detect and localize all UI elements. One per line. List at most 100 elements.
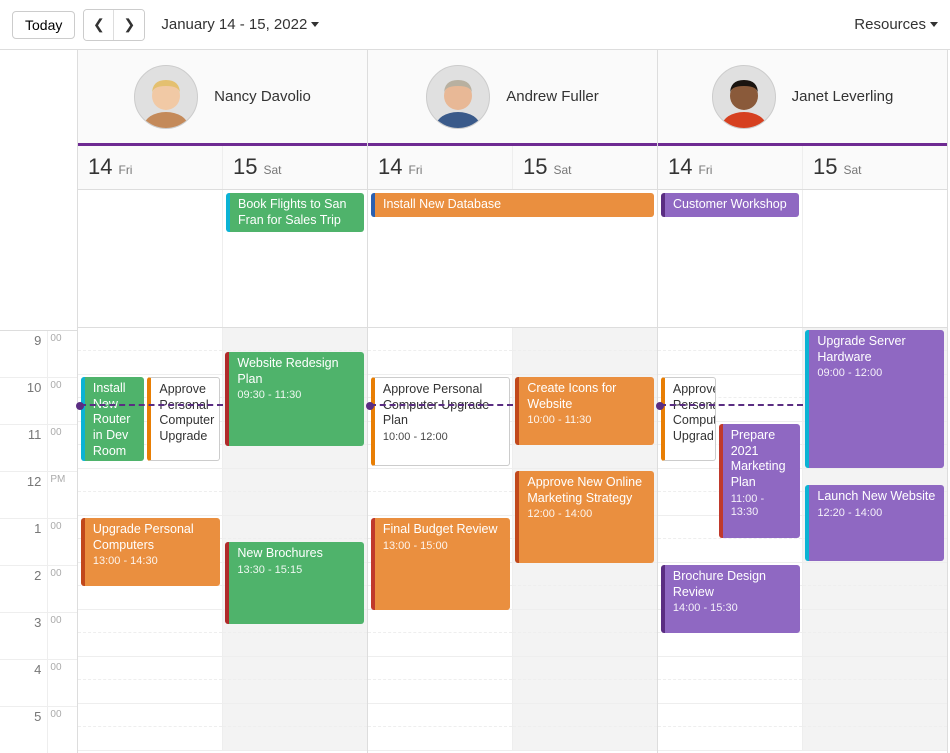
calendar-event[interactable]: New Brochures13:30 - 15:15 [225, 542, 364, 624]
day-header[interactable]: 15Sat [513, 146, 657, 189]
next-button[interactable]: ❯ [114, 10, 144, 40]
allday-cell[interactable] [78, 190, 223, 327]
day-of-week: Fri [118, 163, 132, 177]
day-header[interactable]: 15Sat [223, 146, 367, 189]
event-time: 13:00 - 14:30 [93, 555, 214, 569]
timed-body: Approve Personal Computer Upgrad Prepare … [658, 328, 947, 753]
event-title: Final Budget Review [383, 522, 504, 538]
allday-event[interactable]: Book Flights to San Fran for Sales Trip [226, 193, 364, 232]
hour-row: 12PM [0, 472, 77, 519]
ruler-spacer [0, 50, 77, 331]
chevron-left-icon: ❮ [93, 16, 105, 33]
calendar-event[interactable]: Approve New Online Marketing Strategy12:… [515, 471, 654, 563]
allday-event[interactable]: Install New Database [371, 193, 654, 217]
minute-label: 00 [47, 425, 77, 471]
day-headers: 14Fri15Sat [368, 146, 657, 190]
event-time: 09:00 - 12:00 [817, 367, 938, 381]
now-dot-icon [366, 402, 374, 410]
minute-label: 00 [47, 660, 77, 706]
minute-label: 00 [47, 566, 77, 612]
event-title: Approve New Online Marketing Strategy [527, 475, 648, 506]
event-time: 14:00 - 15:30 [673, 602, 794, 616]
avatar [712, 65, 776, 129]
hour-row: 1000 [0, 378, 77, 425]
calendar-event[interactable]: Upgrade Personal Computers13:00 - 14:30 [81, 518, 220, 586]
day-number: 14 [378, 154, 402, 180]
avatar [426, 65, 490, 129]
hour-label: 12 [0, 472, 47, 518]
calendar-event[interactable]: Prepare 2021 Marketing Plan11:00 - 13:30 [719, 424, 800, 538]
day-overlay: Install New Router in Dev Room Approve Pe… [78, 328, 223, 753]
resource-header: Nancy Davolio [78, 50, 367, 146]
toolbar: Today ❮ ❯ January 14 - 15, 2022 Resource… [0, 0, 950, 50]
allday-cell[interactable]: Install New Database [368, 190, 657, 327]
now-indicator [660, 404, 803, 406]
nav-group: ❮ ❯ [83, 9, 145, 41]
toolbar-left: Today ❮ ❯ January 14 - 15, 2022 [12, 9, 319, 41]
calendar-event[interactable]: Upgrade Server Hardware 09:00 - 12:00 [805, 330, 944, 468]
event-title: Upgrade Server Hardware [817, 334, 938, 365]
event-title: Approve Personal Computer Upgrad [673, 382, 709, 445]
allday-cell[interactable]: Customer Workshop [658, 190, 803, 327]
now-dot-icon [76, 402, 84, 410]
minute-label: 00 [47, 331, 77, 377]
event-title: Website Redesign Plan [237, 356, 358, 387]
hour-row: 200 [0, 566, 77, 613]
resource-column: Janet Leverling 14Fri15Sat Customer Worksh… [658, 50, 948, 753]
event-time: 13:00 - 15:00 [383, 540, 504, 554]
event-title: Customer Workshop [673, 197, 793, 213]
calendar-event[interactable]: Final Budget Review 13:00 - 15:00 [371, 518, 510, 610]
resource-column: Andrew Fuller 14Fri15Sat Install New Datab… [368, 50, 658, 753]
day-overlay: Create Icons for Website 10:00 - 11:30 App… [513, 328, 658, 753]
hour-label: 2 [0, 566, 47, 612]
event-time: 10:00 - 12:00 [383, 431, 503, 445]
calendar-event[interactable]: Approve Personal Computer Upgrade Plan10… [371, 377, 510, 466]
allday-row: Install New Database [368, 190, 657, 328]
day-header[interactable]: 15Sat [803, 146, 947, 189]
avatar [134, 65, 198, 129]
hour-row: 300 [0, 613, 77, 660]
event-time: 11:00 - 13:30 [731, 493, 794, 521]
hour-row: 100 [0, 519, 77, 566]
event-title: Install New Database [383, 197, 648, 213]
event-title: Prepare 2021 Marketing Plan [731, 428, 794, 491]
event-title: Create Icons for Website [527, 381, 648, 412]
hour-label: 1 [0, 519, 47, 565]
resource-name: Janet Leverling [792, 88, 894, 105]
resources-dropdown[interactable]: Resources [854, 16, 938, 33]
resource-header: Andrew Fuller [368, 50, 657, 146]
calendar-event[interactable]: Website Redesign Plan09:30 - 11:30 [225, 352, 364, 446]
allday-cell[interactable]: Book Flights to San Fran for Sales Trip [223, 190, 367, 327]
day-overlay: Approve Personal Computer Upgrad Prepare … [658, 328, 803, 753]
event-time: 10:00 - 11:30 [527, 414, 648, 428]
chevron-right-icon: ❯ [123, 16, 135, 33]
calendar-event[interactable]: Approve Personal Computer Upgrad [661, 377, 716, 461]
event-title: Approve Personal Computer Upgrade [159, 382, 212, 445]
hour-row: 400 [0, 660, 77, 707]
prev-button[interactable]: ❮ [84, 10, 114, 40]
day-header[interactable]: 14Fri [78, 146, 223, 189]
event-title: Install New Router in Dev Room [93, 381, 139, 459]
event-time: 12:20 - 14:00 [817, 507, 938, 521]
timed-body: Install New Router in Dev Room Approve Pe… [78, 328, 367, 753]
resource-name: Andrew Fuller [506, 88, 599, 105]
today-button[interactable]: Today [12, 11, 75, 39]
date-range-picker[interactable]: January 14 - 15, 2022 [161, 16, 319, 33]
calendar-event[interactable]: Install New Router in Dev Room [81, 377, 145, 461]
day-number: 15 [523, 154, 547, 180]
hour-row: 900 [0, 331, 77, 378]
hour-label: 9 [0, 331, 47, 377]
now-indicator [80, 404, 223, 406]
calendar-event[interactable]: Create Icons for Website 10:00 - 11:30 [515, 377, 654, 445]
event-title: Launch New Website [817, 489, 938, 505]
day-number: 15 [233, 154, 257, 180]
calendar-event[interactable]: Launch New Website 12:20 - 14:00 [805, 485, 944, 561]
date-range-label: January 14 - 15, 2022 [161, 16, 307, 33]
hour-label: 3 [0, 613, 47, 659]
calendar-event[interactable]: Brochure Design Review14:00 - 15:30 [661, 565, 800, 633]
allday-cell[interactable] [803, 190, 947, 327]
allday-event[interactable]: Customer Workshop [661, 193, 799, 217]
day-header[interactable]: 14Fri [658, 146, 803, 189]
day-header[interactable]: 14Fri [368, 146, 513, 189]
calendar-event[interactable]: Approve Personal Computer Upgrade [147, 377, 219, 461]
